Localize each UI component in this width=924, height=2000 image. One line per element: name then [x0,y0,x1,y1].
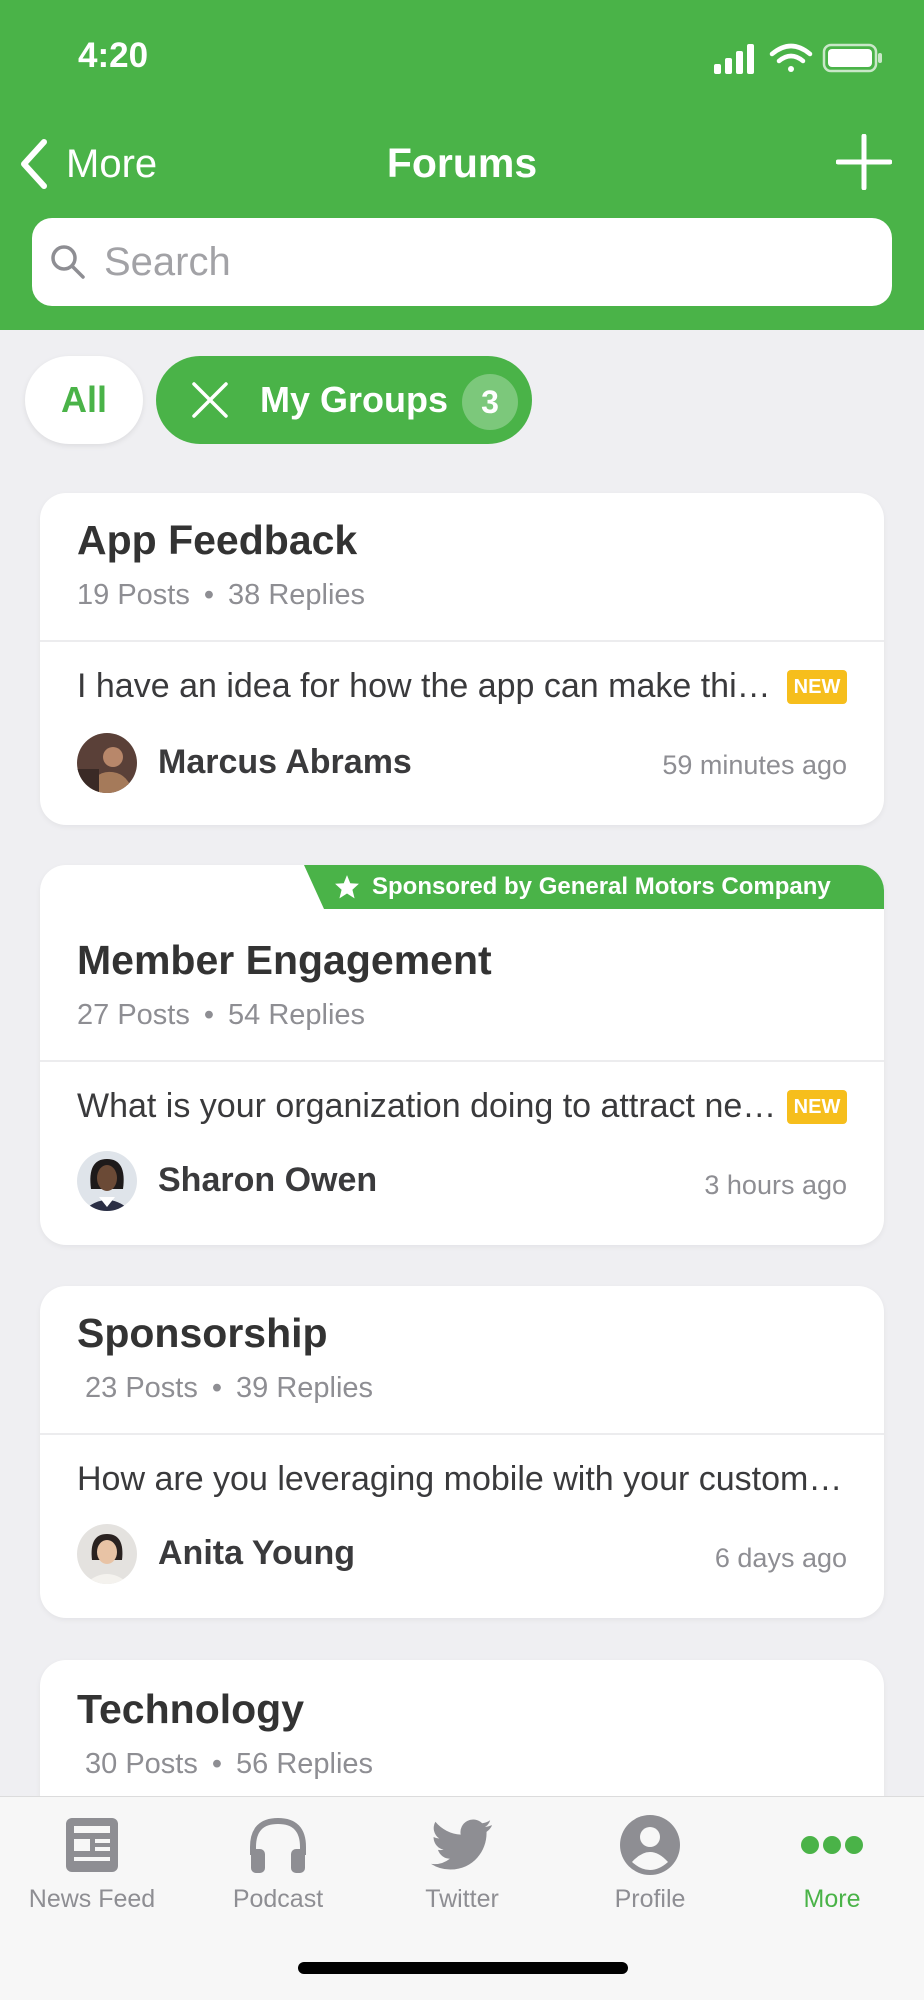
sponsor-label: Sponsored by General Motors Company [372,873,831,900]
forum-stats: 27 Posts • 54 Replies [77,999,366,1031]
divider [40,1060,884,1062]
forum-card-member-engagement[interactable]: Sponsored by General Motors Company Memb… [40,865,884,1245]
post-count: 27 Posts [77,999,190,1031]
avatar[interactable] [77,733,137,793]
tab-podcast[interactable]: Podcast [188,1811,368,1931]
sponsor-banner[interactable]: Sponsored by General Motors Company [304,865,884,909]
add-icon[interactable] [836,134,892,190]
reply-count: 56 Replies [236,1748,374,1780]
nav-header: 4:20 More Forums [0,0,924,330]
tab-twitter[interactable]: Twitter [372,1811,552,1931]
search-input[interactable] [104,239,892,285]
signal-icon [714,44,754,74]
divider [40,640,884,642]
post-count: 23 Posts [85,1372,198,1404]
latest-post-snippet[interactable]: I have an idea for how the app can make … [77,667,777,706]
post-time: 3 hours ago [704,1170,847,1200]
forum-stats: 23 Posts • 39 Replies [85,1372,374,1404]
new-badge: NEW [787,1090,847,1124]
my-groups-label: My Groups [260,379,449,420]
forum-name: App Feedback [77,517,358,563]
forum-stats: 30 Posts • 56 Replies [85,1748,374,1780]
post-time: 59 minutes ago [662,750,847,780]
battery-icon [822,43,882,73]
author-name[interactable]: Sharon Owen [158,1161,377,1200]
forum-stats: 19 Posts • 38 Replies [77,579,366,611]
author-name[interactable]: Anita Young [158,1534,355,1573]
tab-label: News Feed [28,1885,156,1913]
forum-name: Sponsorship [77,1310,328,1356]
forum-card-app-feedback[interactable]: App Feedback 19 Posts • 38 Replies I have … [40,493,884,825]
tab-news-feed[interactable]: News Feed [2,1811,182,1931]
filter-my-groups-chip[interactable]: My Groups 3 [156,356,532,444]
avatar[interactable] [77,1524,137,1584]
avatar[interactable] [77,1151,137,1211]
reply-count: 39 Replies [236,1372,374,1404]
search-icon [51,245,85,279]
forum-name: Member Engagement [77,937,492,983]
post-count: 19 Posts [77,579,190,611]
tab-label: More [803,1885,861,1913]
reply-count: 54 Replies [228,999,366,1031]
tab-more[interactable]: More [742,1811,922,1931]
reply-count: 38 Replies [228,579,366,611]
post-count: 30 Posts [85,1748,198,1780]
twitter-bird-icon [431,1819,492,1870]
headphones-icon [250,1817,306,1873]
tab-profile[interactable]: Profile [560,1811,740,1931]
new-badge: NEW [787,670,847,704]
close-icon[interactable] [190,380,230,420]
search-bar[interactable] [32,218,892,306]
page-title: Forums [386,140,538,186]
tab-label: Profile [614,1885,686,1913]
wifi-icon [769,43,813,72]
profile-icon [620,1815,680,1875]
post-time: 6 days ago [714,1543,847,1573]
home-indicator [298,1962,628,1974]
tab-label: Podcast [232,1885,324,1913]
divider [40,1433,884,1435]
latest-post-snippet[interactable]: What is your organization doing to attra… [77,1087,777,1126]
status-icons [714,43,882,74]
status-time: 4:20 [78,36,149,75]
my-groups-count: 3 [462,374,518,430]
latest-post-snippet[interactable]: How are you leveraging mobile with your … [77,1460,847,1499]
forum-card-sponsorship[interactable]: Sponsorship 23 Posts • 39 Replies How are … [40,1286,884,1618]
tab-label: Twitter [425,1885,499,1913]
author-name[interactable]: Marcus Abrams [158,743,412,782]
filter-all-chip[interactable]: All [25,356,143,444]
news-feed-icon [66,1818,118,1872]
forum-name: Technology [77,1686,305,1732]
more-dots-icon [801,1836,863,1854]
star-icon [335,875,359,899]
